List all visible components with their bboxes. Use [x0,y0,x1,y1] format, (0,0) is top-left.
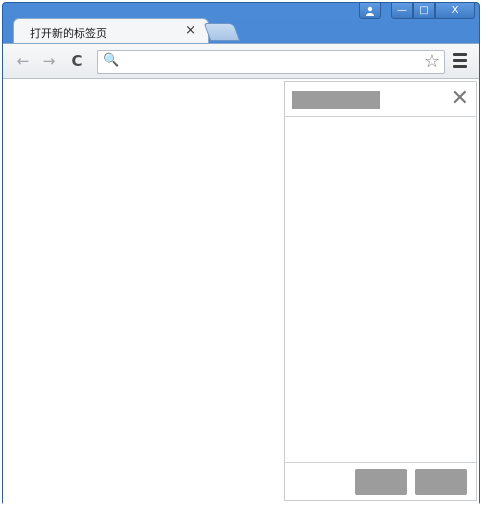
browser-toolbar: ← → C 🔍 ☆ [3,43,479,79]
dialog-header: ✕ [285,82,476,117]
dialog-body [285,117,476,463]
user-profile-button[interactable] [359,3,381,19]
tab-title: 打开新的标签页 [30,27,107,40]
omnibox[interactable]: 🔍 ☆ [97,50,445,74]
minimize-button[interactable]: — [391,3,413,19]
search-icon: 🔍 [103,53,120,68]
side-dialog-panel: ✕ [284,81,477,501]
bookmark-star-icon[interactable]: ☆ [424,51,440,73]
close-window-button[interactable]: X [435,3,475,19]
browser-window: 打开新的标签页 × — □ X ← → C 🔍 ☆ ✕ [2,2,480,504]
close-icon[interactable]: ✕ [451,85,469,113]
tab-strip: 打开新的标签页 × — □ X [3,3,479,44]
tab-close-icon[interactable]: × [185,22,196,40]
dialog-footer [285,462,476,500]
dialog-secondary-button[interactable] [415,469,467,495]
back-button[interactable]: ← [13,51,33,71]
user-icon [366,6,374,16]
page-content: ✕ [3,79,479,504]
tab-new-tab[interactable]: 打开新的标签页 × [13,18,209,44]
maximize-button[interactable]: □ [413,3,435,19]
omnibox-input[interactable] [120,53,420,71]
forward-button[interactable]: → [39,51,59,71]
reload-button[interactable]: C [67,51,87,71]
new-tab-button[interactable] [203,23,241,41]
hamburger-menu-icon[interactable] [453,53,467,69]
dialog-title-placeholder [292,91,380,109]
dialog-primary-button[interactable] [355,469,407,495]
